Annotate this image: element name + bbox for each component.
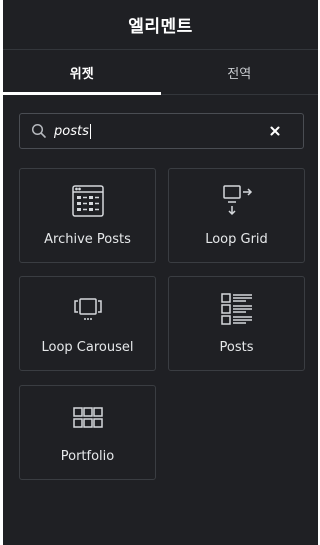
widget-label: Posts <box>219 340 254 355</box>
loop-grid-icon <box>222 185 252 216</box>
widget-archive-posts[interactable]: Archive Posts <box>19 168 156 263</box>
tab-global[interactable]: 전역 <box>161 50 319 94</box>
widget-label: Portfolio <box>60 449 115 464</box>
clear-search-icon[interactable] <box>265 121 285 141</box>
elements-panel: 엘리멘트 위젯 전역 posts Archive Posts Loop Grid… <box>3 0 318 545</box>
widget-label: Loop Grid <box>205 232 268 247</box>
tab-widgets[interactable]: 위젯 <box>3 50 161 95</box>
widget-loop-carousel[interactable]: Loop Carousel <box>19 276 156 371</box>
posts-icon <box>220 293 252 325</box>
widget-portfolio[interactable]: Portfolio <box>19 385 156 480</box>
search-value: posts <box>54 123 91 139</box>
widget-posts[interactable]: Posts <box>168 276 305 371</box>
widget-label: Loop Carousel <box>41 340 134 355</box>
text-caret <box>89 123 91 139</box>
widget-label: Archive Posts <box>44 232 131 247</box>
search-icon <box>31 123 46 138</box>
widget-loop-grid[interactable]: Loop Grid <box>168 168 305 263</box>
panel-tabs: 위젯 전역 <box>3 50 318 95</box>
panel-title: 엘리멘트 <box>128 17 193 37</box>
archive-posts-icon <box>71 185 104 217</box>
panel-header: 엘리멘트 <box>3 0 318 50</box>
search-input[interactable]: posts <box>19 113 304 149</box>
portfolio-icon <box>72 407 103 428</box>
loop-carousel-icon <box>73 298 102 320</box>
